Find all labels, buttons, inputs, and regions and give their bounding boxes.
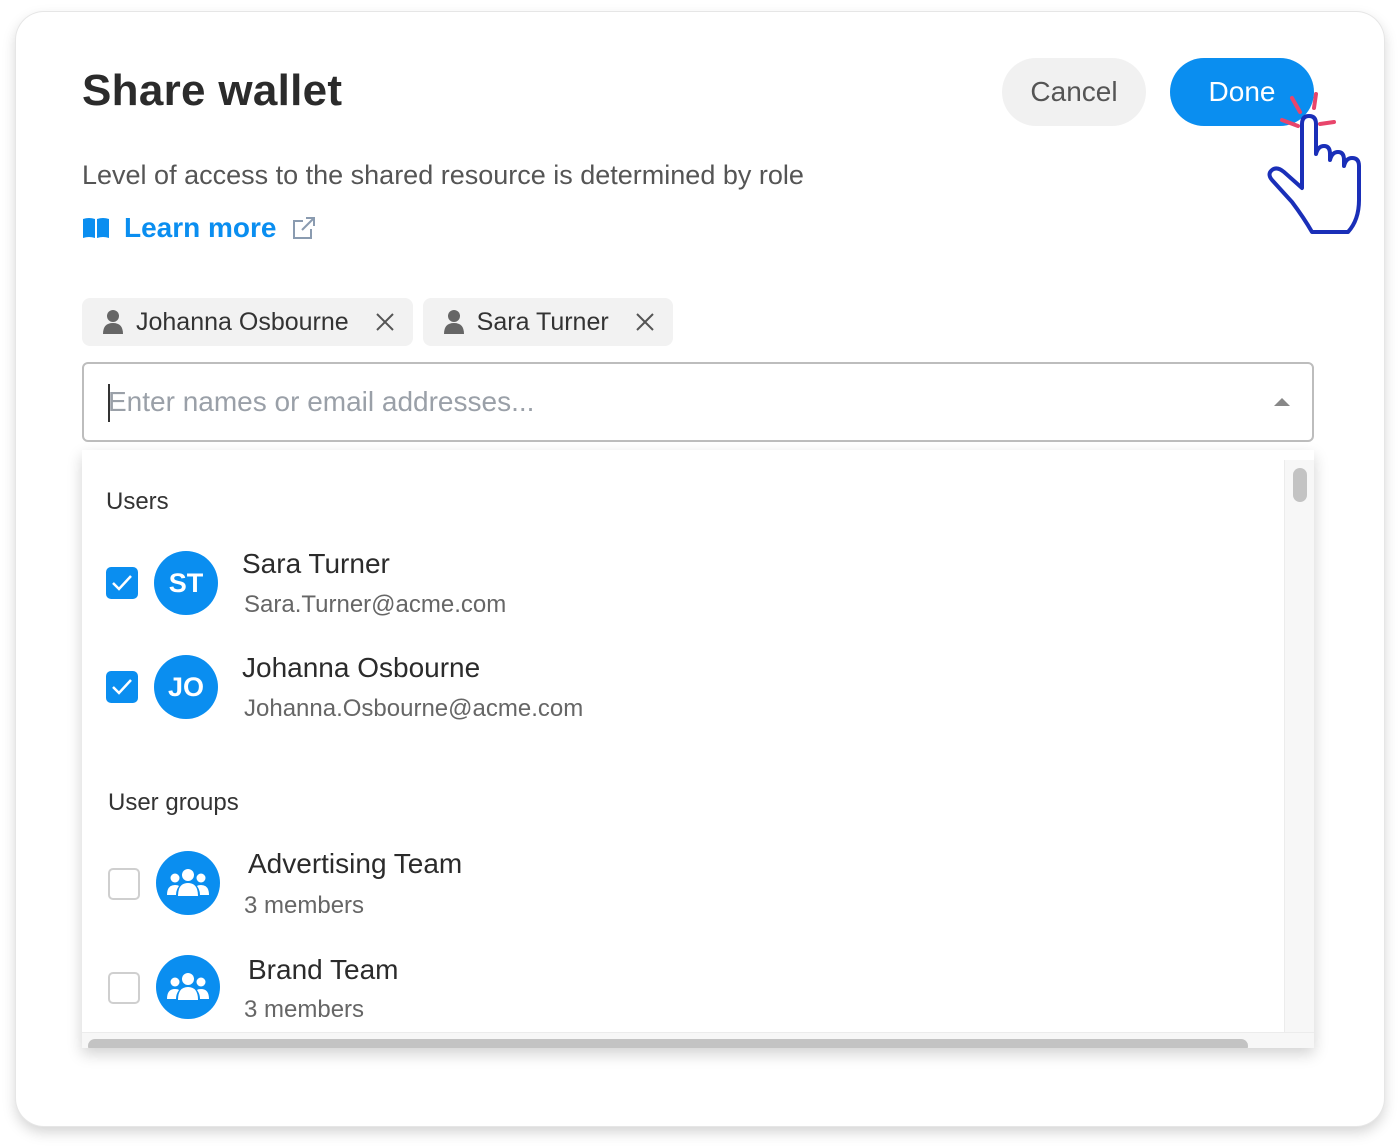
external-link-icon xyxy=(292,217,315,239)
horizontal-scrollbar[interactable] xyxy=(82,1032,1314,1048)
chip-label: Johanna Osbourne xyxy=(136,307,349,336)
group-member-count: 3 members xyxy=(244,892,365,919)
user-icon xyxy=(103,310,123,334)
dialog-subtitle: Level of access to the shared resource i… xyxy=(82,160,804,190)
checkbox-checked[interactable] xyxy=(106,567,138,599)
remove-chip-icon[interactable] xyxy=(375,312,395,332)
user-email: Johanna.Osbourne@acme.com xyxy=(244,695,584,722)
chip-label: Sara Turner xyxy=(476,307,609,336)
group-option-advertising-team[interactable]: Advertising Team 3 members xyxy=(82,838,1282,928)
user-name: Sara Turner xyxy=(242,548,390,579)
user-option-sara-turner[interactable]: ST Sara Turner Sara.Turner@acme.com xyxy=(82,538,1282,628)
group-icon xyxy=(156,955,220,1019)
user-name: Johanna Osbourne xyxy=(242,652,481,683)
user-icon xyxy=(443,310,464,334)
book-icon xyxy=(83,218,109,238)
user-groups-section-label: User groups xyxy=(108,789,239,816)
learn-more-label: Learn more xyxy=(124,212,277,243)
selected-recipients: Johanna Osbourne Sara Turner xyxy=(82,298,673,346)
horizontal-scroll-thumb[interactable] xyxy=(88,1039,1248,1048)
vertical-scrollbar[interactable] xyxy=(1284,460,1314,1032)
checkbox-unchecked[interactable] xyxy=(108,868,140,900)
pointer-hand-cursor-icon xyxy=(1267,92,1361,234)
avatar: ST xyxy=(154,551,218,615)
group-name: Advertising Team xyxy=(248,848,463,879)
users-section-label: Users xyxy=(106,488,169,515)
checkbox-unchecked[interactable] xyxy=(108,972,140,1004)
learn-more-link[interactable]: Learn more xyxy=(82,212,317,244)
recipient-chip: Sara Turner xyxy=(422,298,673,346)
group-icon xyxy=(156,851,220,915)
search-input[interactable] xyxy=(108,386,1208,418)
recipient-search-field[interactable] xyxy=(82,362,1314,442)
group-option-brand-team[interactable]: Brand Team 3 members xyxy=(82,942,1282,1032)
vertical-scroll-thumb[interactable] xyxy=(1293,468,1307,502)
text-caret xyxy=(108,384,110,422)
group-name: Brand Team xyxy=(248,954,399,985)
user-email: Sara.Turner@acme.com xyxy=(244,591,507,618)
dialog-title: Share wallet xyxy=(82,66,343,115)
suggestions-dropdown: Users ST Sara Turner Sara.Turner@acme.co… xyxy=(82,450,1314,1048)
share-wallet-dialog: Share wallet Cancel Done Level of access… xyxy=(16,12,1384,1126)
recipient-chip: Johanna Osbourne xyxy=(82,298,413,346)
user-option-johanna-osbourne[interactable]: JO Johanna Osbourne Johanna.Osbourne@acm… xyxy=(82,642,1282,732)
caret-up-icon[interactable] xyxy=(1274,398,1290,406)
checkbox-checked[interactable] xyxy=(106,671,138,703)
remove-chip-icon[interactable] xyxy=(635,312,655,332)
group-member-count: 3 members xyxy=(244,996,365,1023)
cancel-button[interactable]: Cancel xyxy=(1002,58,1146,126)
avatar: JO xyxy=(154,655,218,719)
